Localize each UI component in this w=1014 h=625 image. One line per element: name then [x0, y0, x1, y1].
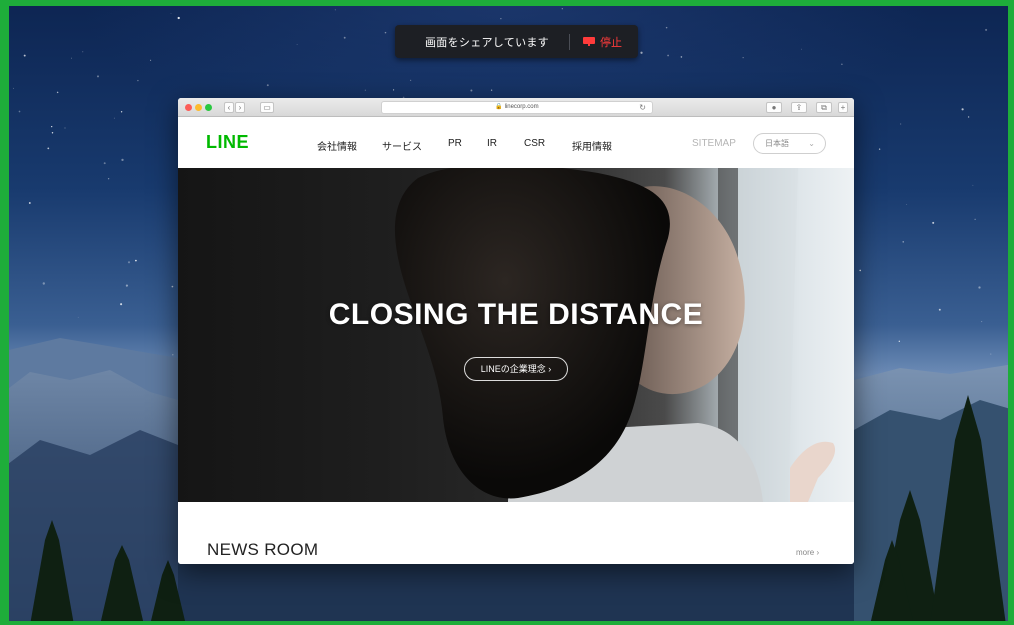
new-tab-button[interactable]: +: [838, 102, 848, 113]
nav-services[interactable]: サービス: [382, 138, 422, 153]
browser-window: ‹ › ▭ 🔒 linecorp.com ↻ ● ⇪ ⧉ + LINE 会社情報…: [178, 98, 854, 564]
browser-toolbar: ‹ › ▭ 🔒 linecorp.com ↻ ● ⇪ ⧉ +: [178, 98, 854, 117]
nav-ir[interactable]: IR: [487, 138, 497, 149]
nav-company[interactable]: 会社情報: [317, 138, 357, 153]
line-logo[interactable]: LINE: [206, 132, 249, 153]
site-header: LINE 会社情報 サービス PR IR CSR 採用情報 SITEMAP 日本…: [178, 117, 854, 168]
hero-banner: CLOSING THE DISTANCE LINEの企業理念 ›: [178, 168, 854, 502]
share-icon[interactable]: ⇪: [791, 102, 807, 113]
chevron-down-icon: ⌄: [808, 139, 815, 148]
close-window-button[interactable]: [185, 104, 192, 111]
nav-pr[interactable]: PR: [448, 138, 462, 149]
lock-icon: 🔒: [495, 104, 503, 110]
stop-share-label: 停止: [599, 36, 622, 49]
share-status-text: 画面をシェアしています: [425, 36, 549, 49]
screen-share-bar: 画面をシェアしています 停止: [395, 25, 638, 58]
stop-share-icon: [582, 37, 595, 46]
address-bar-url: linecorp.com: [504, 104, 539, 110]
nav-csr[interactable]: CSR: [524, 138, 545, 149]
nav-careers[interactable]: 採用情報: [572, 138, 612, 153]
news-more-link[interactable]: more ›: [796, 548, 819, 557]
sitemap-link[interactable]: SITEMAP: [692, 138, 736, 149]
news-room-section: NEWS ROOM more ›: [178, 502, 854, 564]
tabs-overview-button[interactable]: ⧉: [816, 102, 832, 113]
news-room-title: NEWS ROOM: [207, 540, 319, 559]
hero-photo: [395, 168, 836, 502]
address-bar[interactable]: 🔒 linecorp.com ↻: [381, 101, 653, 114]
sidebar-toggle-button[interactable]: ▭: [260, 102, 274, 113]
forward-button[interactable]: ›: [235, 102, 245, 113]
language-select[interactable]: 日本語 ⌄: [753, 133, 826, 154]
stop-share-button[interactable]: 停止: [582, 34, 622, 50]
back-button[interactable]: ‹: [224, 102, 234, 113]
language-label: 日本語: [765, 139, 789, 148]
minimize-window-button[interactable]: [195, 104, 202, 111]
download-button[interactable]: ●: [766, 102, 782, 113]
corporate-philosophy-button[interactable]: LINEの企業理念 ›: [464, 357, 568, 381]
maximize-window-button[interactable]: [205, 104, 212, 111]
reload-icon[interactable]: ↻: [639, 102, 646, 113]
hero-title: CLOSING THE DISTANCE: [328, 298, 704, 331]
divider: [568, 33, 570, 50]
